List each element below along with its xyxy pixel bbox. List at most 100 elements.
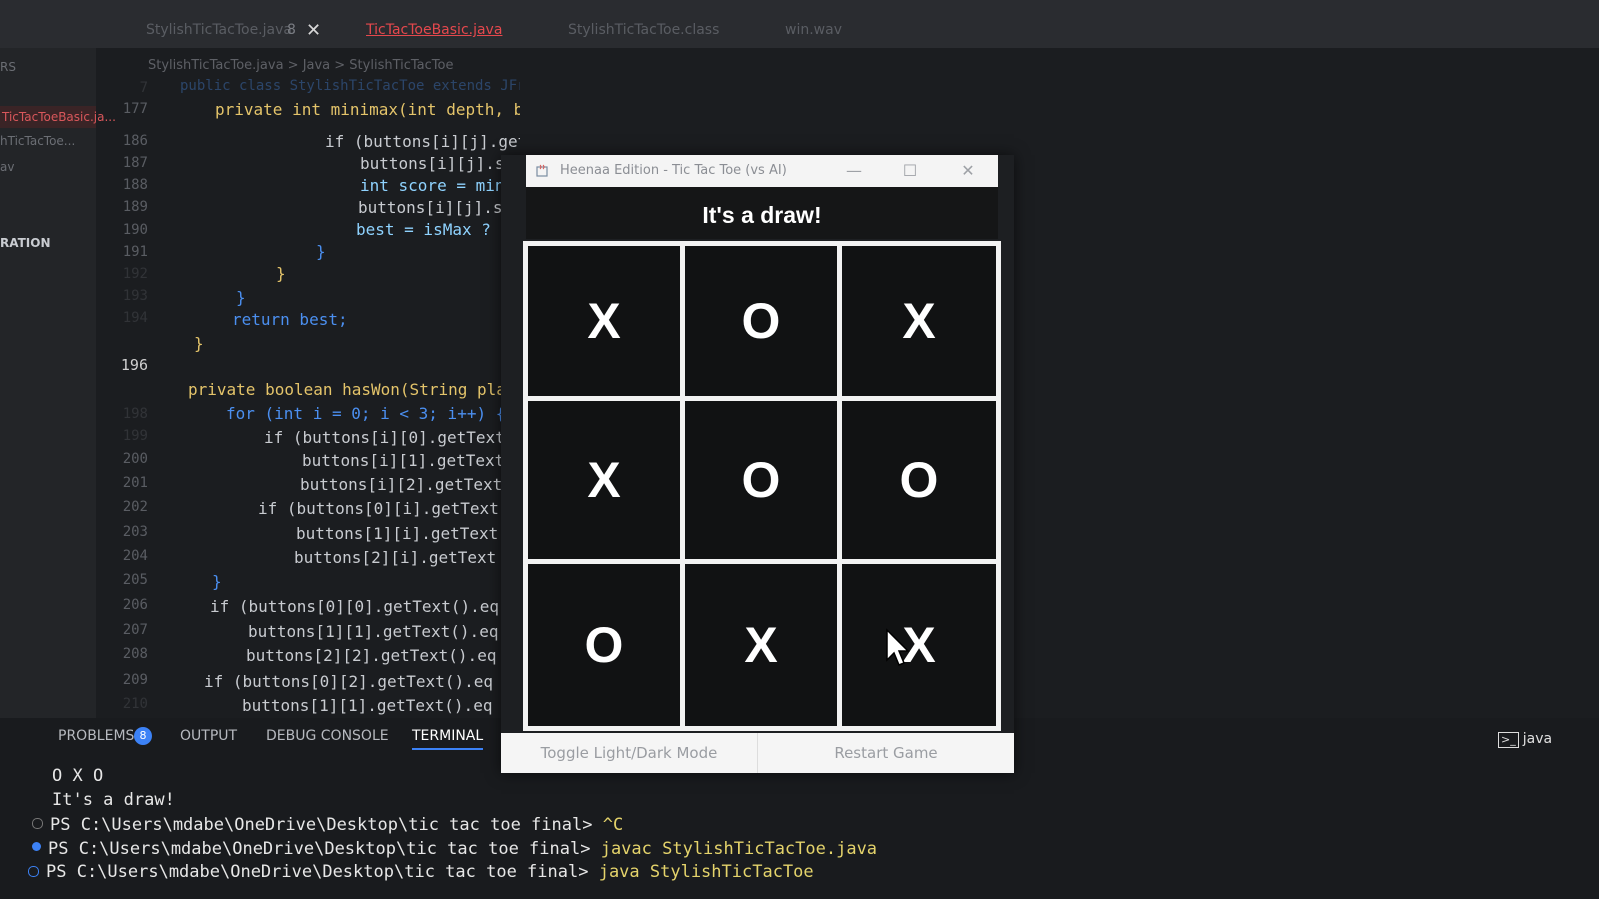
code-line: if (buttons[i][j].getText().isEmpty()) { [325, 132, 520, 151]
terminal-line: It's a draw! [52, 790, 175, 810]
command-status-icon [32, 842, 41, 851]
close-tab-icon[interactable]: ✕ [306, 20, 321, 41]
game-button-bar: Toggle Light/Dark Mode Restart Game [501, 733, 1014, 773]
tab-tictactoebasic[interactable]: TicTacToeBasic.java [366, 22, 502, 38]
code-line: } [194, 334, 204, 353]
terminal-line: O X O [52, 766, 104, 786]
code-line: buttons[i][j].set [360, 154, 520, 173]
line-number: 205 [122, 572, 148, 588]
line-number: 192 [122, 266, 148, 282]
line-number: 198 [122, 406, 148, 422]
tab-problem-count: 8 [287, 22, 296, 38]
board-cell-0-2[interactable]: X [842, 246, 996, 396]
editor-tab-bar: StylishTicTacToe.java 8 ✕ TicTacToeBasic… [0, 0, 1599, 48]
code-line: if (buttons[0][2].getText().eq [204, 672, 493, 691]
terminal-line: PS C:\Users\mdabe\OneDrive\Desktop\tic t… [50, 815, 623, 835]
java-app-icon [536, 164, 548, 177]
tab-problems[interactable]: PROBLEMS [58, 728, 134, 744]
board-cell-1-1[interactable]: O [685, 401, 837, 559]
explorer-sidebar: RS TicTacToeBasic.ja... hTicTacToe... av… [0, 48, 116, 718]
code-line: buttons[i][j].set [358, 198, 520, 217]
line-number: 187 [122, 155, 148, 171]
line-number: 193 [122, 288, 148, 304]
board-cell-1-0[interactable]: X [528, 401, 680, 559]
terminal-icon: >_ [1498, 732, 1519, 748]
tab-output[interactable]: OUTPUT [180, 728, 237, 744]
restart-game-button[interactable]: Restart Game [758, 733, 1014, 773]
line-number: 190 [122, 222, 148, 238]
board-cell-2-1[interactable]: X [685, 564, 837, 726]
line-number: 208 [122, 646, 148, 662]
line-number: 204 [122, 548, 148, 564]
close-icon[interactable]: ✕ [954, 159, 982, 183]
sidebar-item-tictactoebasic[interactable]: TicTacToeBasic.ja... [0, 106, 116, 128]
sidebar-item-stylish[interactable]: hTicTacToe... [0, 134, 75, 148]
tab-debug-console[interactable]: DEBUG CONSOLE [266, 728, 389, 744]
command-status-icon [32, 818, 43, 829]
tab-terminal[interactable]: TERMINAL [412, 728, 484, 750]
code-line: if (buttons[i][0].getText [264, 428, 505, 447]
line-number: 202 [122, 499, 148, 515]
code-line: } [236, 288, 246, 307]
code-line: buttons[1][1].getText().eq [242, 696, 493, 715]
mouse-cursor-icon [886, 628, 910, 666]
line-number: 177 [122, 101, 148, 117]
code-line: buttons[1][1].getText().eq [248, 622, 499, 641]
maximize-icon[interactable]: ☐ [896, 159, 924, 183]
terminal-selector[interactable]: >_ java [1498, 731, 1552, 748]
code-line: buttons[i][1].getText [302, 451, 505, 470]
board-cell-2-0[interactable]: O [528, 564, 680, 726]
terminal-prompt: PS C:\Users\mdabe\OneDrive\Desktop\tic t… [50, 815, 593, 835]
current-line-number: 196 [120, 356, 148, 374]
code-line: buttons[2][i].getText [294, 548, 497, 567]
terminal-kind-label: java [1522, 731, 1553, 747]
board-cell-1-2[interactable]: O [842, 401, 996, 559]
line-number: 200 [122, 451, 148, 467]
minimize-icon[interactable]: — [840, 159, 868, 183]
game-status-label: It's a draw! [526, 187, 998, 239]
line-number: 191 [122, 244, 148, 260]
window-title-bar[interactable]: Heenaa Edition - Tic Tac Toe (vs AI) — ☐… [526, 155, 998, 187]
tab-stylish-tictactoe[interactable]: StylishTicTacToe.java [146, 22, 292, 38]
code-line: } [212, 572, 222, 591]
code-line: buttons[2][2].getText().eq [246, 646, 497, 665]
line-number: 210 [122, 696, 148, 712]
line-number: 206 [122, 597, 148, 613]
code-line: buttons[1][i].getText [296, 524, 499, 543]
window-title: Heenaa Edition - Tic Tac Toe (vs AI) [560, 163, 787, 178]
tab-win-wav[interactable]: win.wav [785, 22, 842, 38]
command-status-icon [28, 866, 39, 877]
line-number: 189 [122, 199, 148, 215]
board-cell-2-2[interactable]: X [842, 564, 996, 726]
terminal-command: java StylishTicTacToe [598, 862, 814, 882]
code-line: int score = minim [360, 176, 520, 195]
code-line: for (int i = 0; i < 3; i++) { [226, 404, 506, 423]
code-line: if (buttons[0][i].getText [258, 499, 499, 518]
board-cell-0-0[interactable]: X [528, 246, 680, 396]
code-line: private boolean hasWon(String play [188, 380, 516, 399]
sidebar-item-wav[interactable]: av [0, 160, 14, 174]
line-number: 7 [139, 80, 148, 96]
code-line: buttons[i][2].getText [300, 475, 503, 494]
code-line: best = isMax ? Ma [356, 220, 520, 239]
code-line: } [276, 264, 286, 283]
game-window: Heenaa Edition - Tic Tac Toe (vs AI) — ☐… [501, 155, 1014, 773]
terminal-command: javac StylishTicTacToe.java [600, 839, 878, 859]
toggle-theme-button[interactable]: Toggle Light/Dark Mode [501, 733, 758, 773]
terminal-prompt: PS C:\Users\mdabe\OneDrive\Desktop\tic t… [48, 839, 591, 859]
code-line: return best; [232, 310, 348, 329]
code-line: public class StylishTicTacToe extends JF… [180, 78, 520, 94]
game-board: X O X X O O O X X [523, 241, 1001, 731]
line-number: 199 [122, 428, 148, 444]
line-number: 201 [122, 475, 148, 491]
code-editor[interactable]: public class StylishTicTacToe extends JF… [160, 48, 520, 718]
terminal-command: ^C [602, 815, 624, 835]
line-number: 203 [122, 524, 148, 540]
line-number-gutter: 7 177 186 187 188 189 190 191 192 193 19… [96, 48, 156, 718]
terminal-line: PS C:\Users\mdabe\OneDrive\Desktop\tic t… [48, 839, 877, 859]
line-number: 194 [122, 310, 148, 326]
code-line: } [316, 242, 326, 261]
board-cell-0-1[interactable]: O [685, 246, 837, 396]
terminal-prompt: PS C:\Users\mdabe\OneDrive\Desktop\tic t… [46, 862, 589, 882]
tab-stylish-class[interactable]: StylishTicTacToe.class [568, 22, 719, 38]
